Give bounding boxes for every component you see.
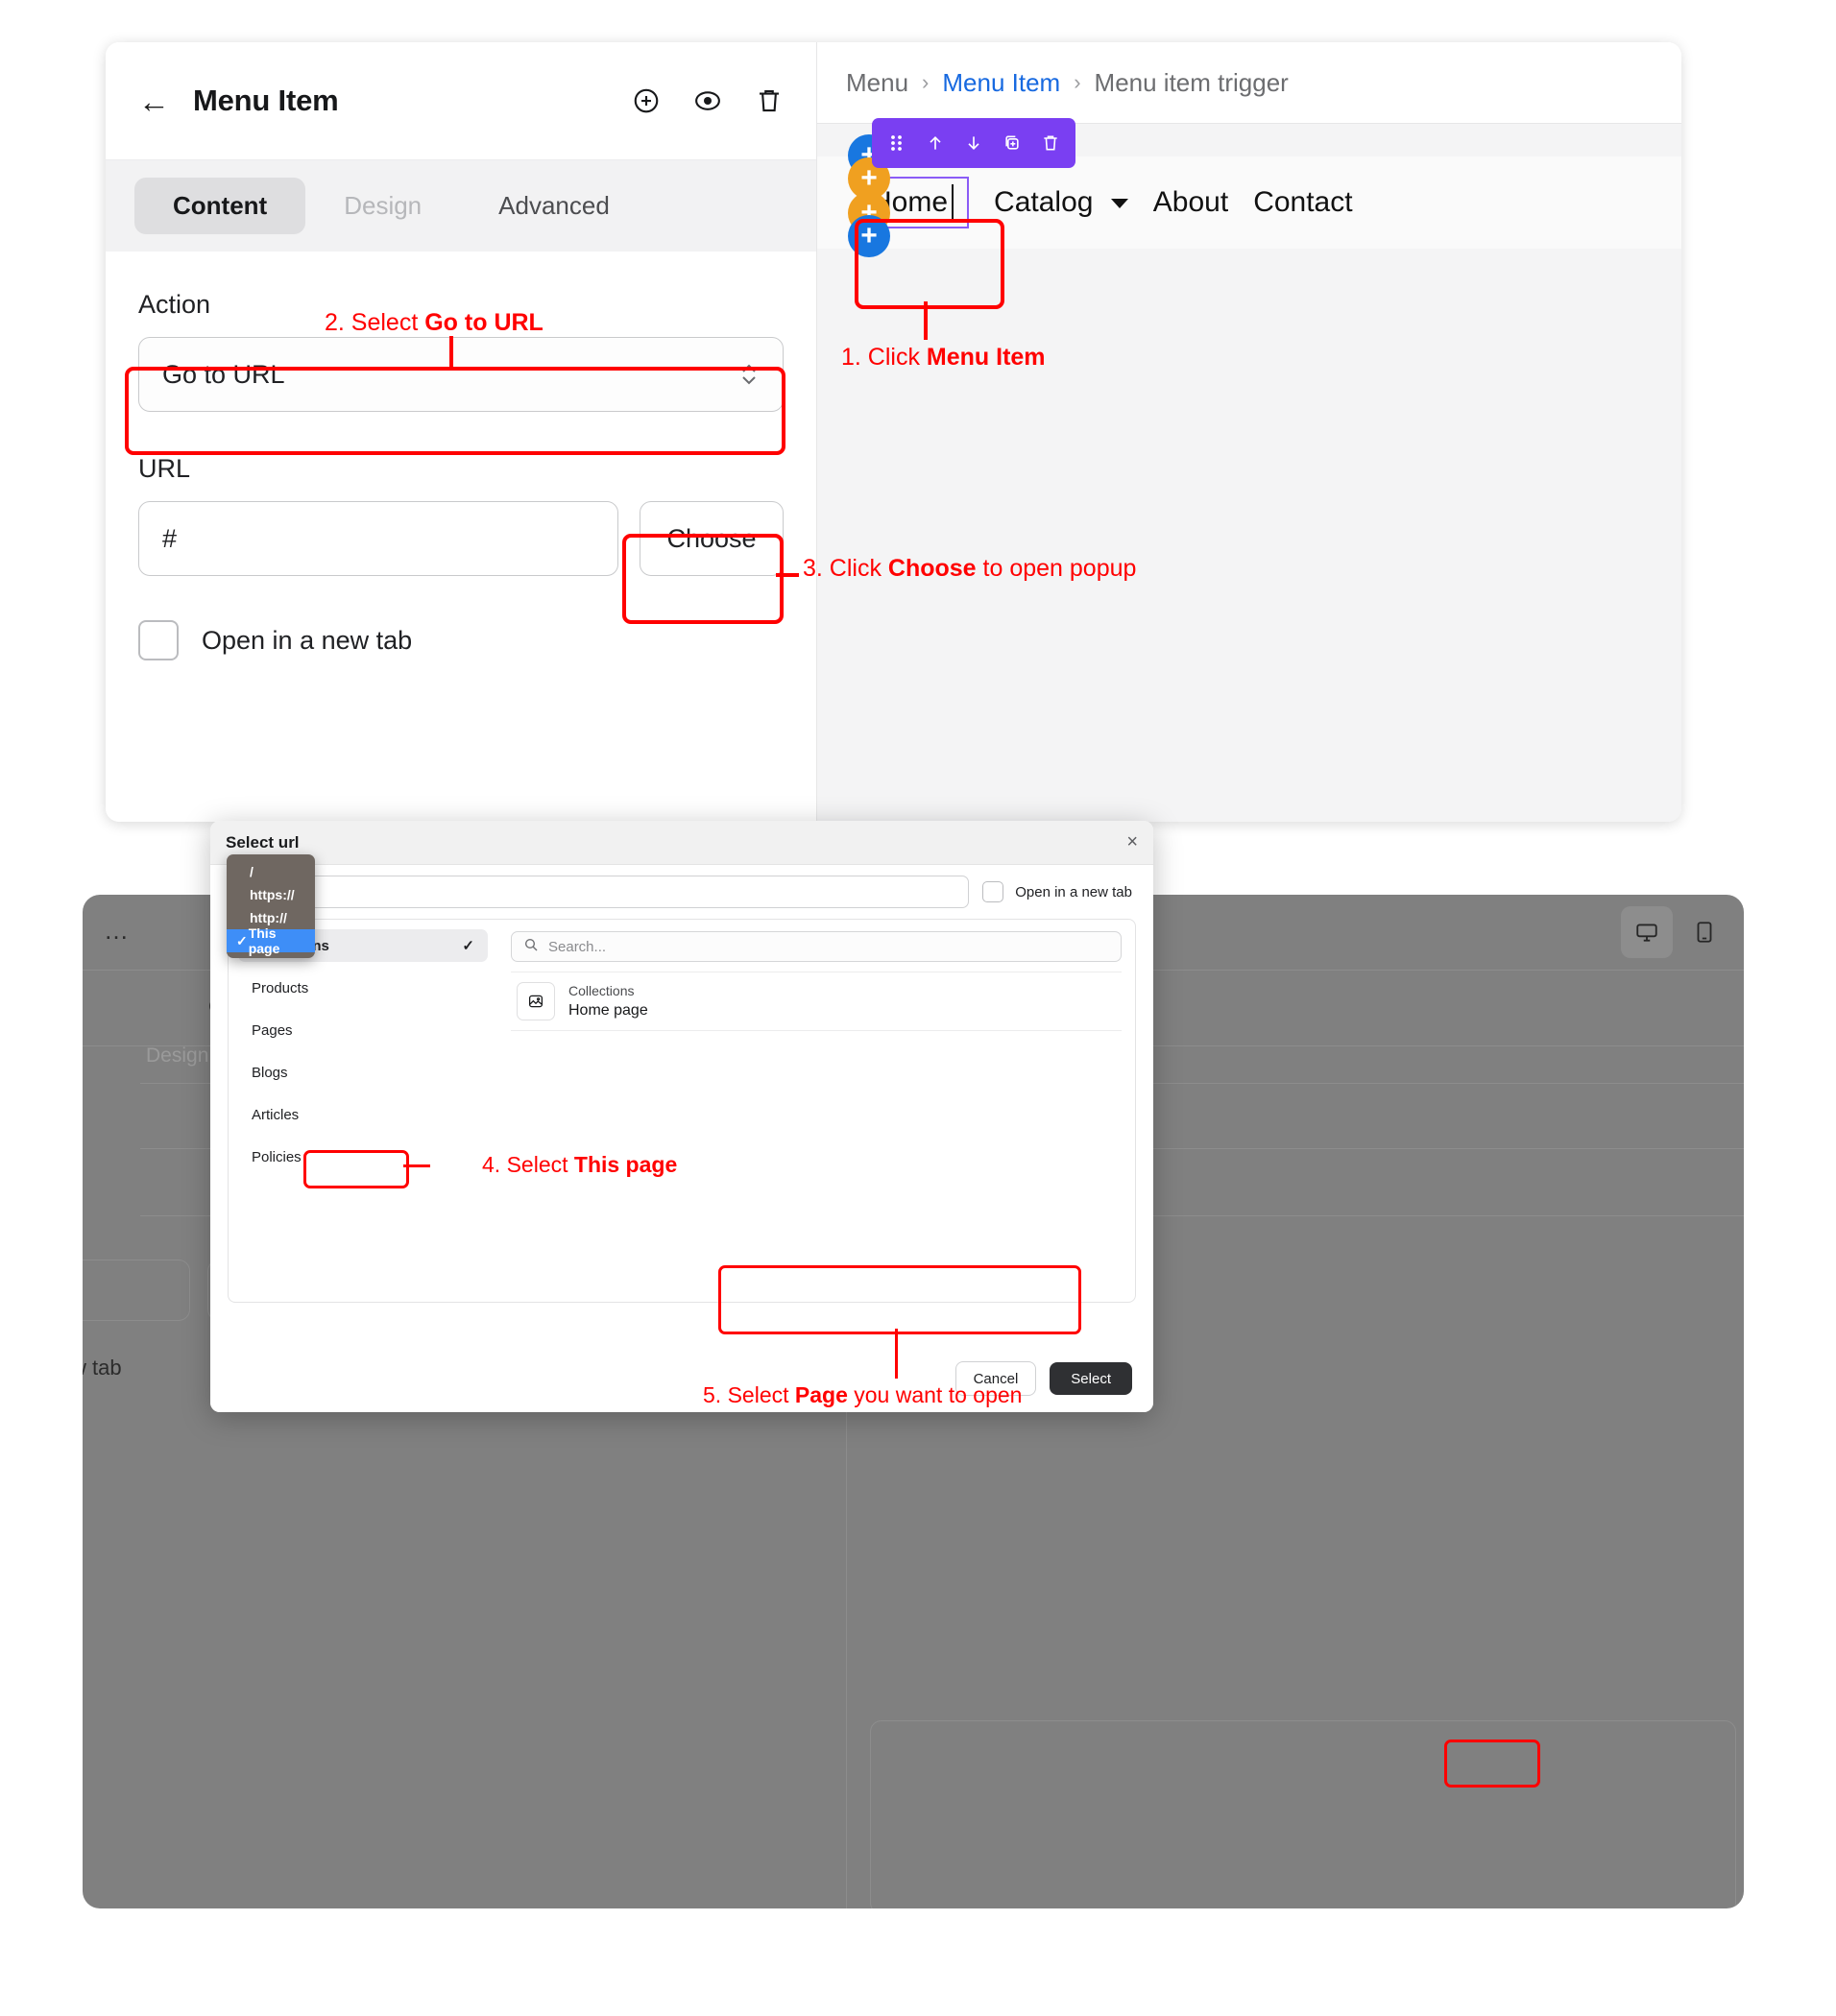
overflow-menu-icon[interactable]: … [104,916,131,946]
image-icon [517,982,555,1020]
dialog-open-new-tab[interactable]: Open in a new tab [982,881,1136,902]
select-button[interactable]: Select [1050,1362,1132,1395]
list-item-group: Collections [568,982,648,1000]
dialog-content: Search... Collections Home page [497,920,1135,1302]
dialog-url-row: # Open in a new tab [210,865,1153,919]
sidebar-item-articles[interactable]: Articles [238,1098,488,1131]
list-item[interactable]: Collections Home page [511,972,1122,1031]
breadcrumb-item-menu-item[interactable]: Menu Item [942,68,1060,98]
ghost-url-input [83,1260,190,1321]
breadcrumb: Menu › Menu Item › Menu item trigger [817,42,1681,124]
duplicate-icon[interactable] [1003,132,1022,154]
top-screenshot-card: ← Menu Item [106,42,1680,822]
list-item-text: Collections Home page [568,982,648,1020]
breadcrumb-item-menu[interactable]: Menu [846,68,908,98]
element-toolbar [872,118,1075,168]
search-icon [523,937,539,956]
nav-item-catalog[interactable]: Catalog [994,186,1128,219]
sidebar-item-products[interactable]: Products [238,972,488,1004]
dropdown-option-slash[interactable]: / [227,860,315,883]
chevron-right-icon: › [1074,70,1080,95]
panel-header-icons [632,86,784,115]
check-icon: ✓ [236,933,249,949]
move-down-icon[interactable] [964,132,983,154]
menu-item-settings-panel: ← Menu Item [106,42,816,822]
url-label: URL [138,454,784,484]
list-item-name: Home page [568,1000,648,1021]
leader-step5 [895,1329,898,1379]
annotation-step2: 2. Select Go to URL [325,309,544,337]
url-type-dropdown[interactable]: / https:// http:// ✓ This page [227,854,315,958]
sidebar-item-policies[interactable]: Policies [238,1140,488,1173]
leader-step4 [403,1164,430,1167]
eye-icon[interactable] [693,86,722,115]
choose-button[interactable]: Choose [640,501,784,576]
settings-tabs: Content Design Advanced [106,159,816,252]
annotation-step5: 5. Select Page you want to open [703,1382,1022,1408]
drag-handle-icon[interactable] [887,132,906,154]
chevron-right-icon: › [922,70,929,95]
open-new-tab-checkbox[interactable] [138,620,179,660]
leader-step2 [449,336,453,369]
leader-step3 [776,573,799,577]
sidebar-item-blogs[interactable]: Blogs [238,1056,488,1089]
preview-pane: Menu › Menu Item › Menu item trigger [816,42,1681,822]
dropdown-option-https[interactable]: https:// [227,883,315,906]
action-select[interactable]: Go to URL [138,337,784,412]
nav-item-catalog-label: Catalog [994,186,1093,218]
sidebar-item-pages[interactable]: Pages [238,1014,488,1046]
tab-design[interactable]: Design [146,1044,208,1068]
page-title: Menu Item [193,84,339,118]
dialog-sidebar: Collections ✓ Products Pages Blogs Artic… [229,920,497,1302]
panel-header: ← Menu Item [106,42,816,159]
preview-canvas: Home + + + + Catalog About Contact [817,124,1681,822]
chevron-updown-icon [738,358,760,391]
search-input[interactable]: Search... [511,931,1122,962]
url-input[interactable]: # [138,501,618,576]
action-select-value: Go to URL [162,360,285,390]
annotation-step4: 4. Select This page [482,1152,677,1178]
url-row: # Choose [138,501,784,576]
close-icon[interactable]: × [1126,832,1138,852]
chevron-down-icon [1111,199,1128,208]
move-up-icon[interactable] [926,132,945,154]
nav-item-contact[interactable]: Contact [1253,186,1352,219]
dropdown-option-this-page[interactable]: ✓ This page [227,929,315,952]
trash-icon[interactable] [1041,132,1060,154]
tab-advanced[interactable]: Advanced [460,178,648,234]
select-url-dialog: Select url × # Open in a new tab Collect… [210,821,1153,1412]
nav-item-home[interactable]: Home + + + + [858,177,969,228]
open-new-tab-checkbox[interactable] [982,881,1003,902]
search-placeholder: Search... [548,939,606,955]
dialog-title: Select url [226,833,300,852]
annotation-step1: 1. Click Menu Item [841,344,1046,372]
breadcrumb-item-trigger: Menu item trigger [1095,68,1289,98]
trash-icon[interactable] [755,86,784,115]
plus-circle-icon[interactable] [632,86,661,115]
ghost-newtab-label: w tab [83,1356,122,1380]
open-new-tab-row[interactable]: Open in a new tab [138,620,784,660]
text-cursor [952,184,954,221]
dialog-header: Select url × [210,821,1153,865]
nav-item-about[interactable]: About [1153,186,1228,219]
tab-design[interactable]: Design [305,178,460,234]
open-new-tab-label: Open in a new tab [202,626,412,656]
annotation-step3: 3. Click Choose to open popup [803,555,1136,583]
ghost-canvas [870,1720,1736,1908]
check-icon: ✓ [462,937,474,954]
add-below-icon[interactable]: + [848,215,890,257]
dialog-url-input[interactable]: # [228,876,969,908]
tab-content[interactable]: Content [134,178,305,234]
back-arrow-icon[interactable]: ← [138,85,170,117]
results-list: Collections Home page [511,972,1122,1031]
site-nav-bar: Home + + + + Catalog About Contact [817,156,1681,249]
open-new-tab-label: Open in a new tab [1015,884,1132,900]
leader-step1 [924,301,928,340]
dialog-body: Collections ✓ Products Pages Blogs Artic… [228,919,1136,1303]
